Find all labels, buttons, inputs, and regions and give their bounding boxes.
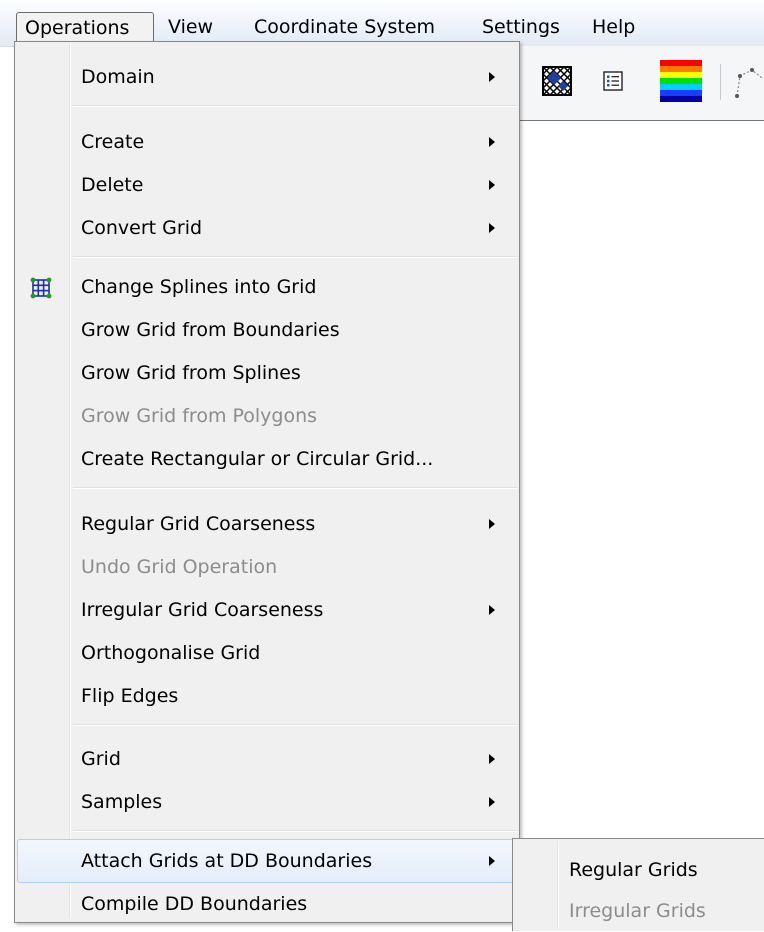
submenu-item-regular-grids[interactable]: Regular Grids xyxy=(513,849,763,891)
menu-item-undo-grid-operation: Undo Grid Operation xyxy=(15,545,519,589)
menu-coordinate-system[interactable]: Coordinate System xyxy=(246,12,443,42)
menu-separator xyxy=(73,724,517,726)
submenu-arrow-icon xyxy=(489,180,495,190)
menu-item-label: Grow Grid from Splines xyxy=(81,362,301,384)
menu-item-flip-edges[interactable]: Flip Edges xyxy=(15,674,519,718)
menu-item-grow-grid-from-boundaries[interactable]: Grow Grid from Boundaries xyxy=(15,308,519,352)
menu-item-grow-grid-from-splines[interactable]: Grow Grid from Splines xyxy=(15,351,519,395)
menu-item-label: Domain xyxy=(81,66,155,88)
submenu-item-irregular-grids: Irregular Grids xyxy=(513,890,763,932)
menu-item-label: Grow Grid from Polygons xyxy=(81,405,318,427)
menu-item-label: Convert Grid xyxy=(81,217,203,239)
menu-item-label: Irregular Grid Coarseness xyxy=(81,599,324,621)
menu-item-change-splines-into-grid[interactable]: Change Splines into Grid xyxy=(15,265,519,309)
menu-item-grow-grid-from-polygons: Grow Grid from Polygons xyxy=(15,394,519,438)
submenu-item-label: Regular Grids xyxy=(569,859,698,881)
drawing-canvas[interactable] xyxy=(520,46,764,931)
submenu-arrow-icon xyxy=(489,519,495,529)
menu-item-label: Orthogonalise Grid xyxy=(81,642,261,664)
menu-item-label: Attach Grids at DD Boundaries xyxy=(81,850,373,872)
mesh-icon[interactable] xyxy=(541,65,573,100)
menu-item-domain[interactable]: Domain xyxy=(15,55,519,99)
menu-bar: Operations View Coordinate System Settin… xyxy=(0,0,764,47)
menu-separator xyxy=(73,256,517,258)
submenu-arrow-icon xyxy=(489,223,495,233)
menu-item-label: Undo Grid Operation xyxy=(81,556,278,578)
menu-item-delete[interactable]: Delete xyxy=(15,163,519,207)
menu-item-label: Grid xyxy=(81,748,121,770)
menu-item-create-rectangular-or-circular-grid[interactable]: Create Rectangular or Circular Grid... xyxy=(15,437,519,481)
menu-item-label: Create xyxy=(81,131,145,153)
submenu-arrow-icon xyxy=(489,137,495,147)
list-icon[interactable] xyxy=(603,71,623,95)
menu-settings[interactable]: Settings xyxy=(474,12,568,42)
menu-view[interactable]: View xyxy=(160,12,221,42)
attach-grids-submenu: Regular Grids Irregular Grids xyxy=(512,838,764,931)
menu-item-orthogonalise-grid[interactable]: Orthogonalise Grid xyxy=(15,631,519,675)
polyline-icon[interactable] xyxy=(734,66,764,104)
submenu-arrow-icon xyxy=(489,754,495,764)
submenu-arrow-icon xyxy=(489,856,495,866)
menu-item-convert-grid[interactable]: Convert Grid xyxy=(15,206,519,250)
menu-item-label: Create Rectangular or Circular Grid... xyxy=(81,448,434,470)
menu-separator xyxy=(73,487,517,489)
menu-item-samples[interactable]: Samples xyxy=(15,780,519,824)
operations-dropdown: Domain Create Delete Convert Grid Change… xyxy=(14,41,520,923)
menu-help[interactable]: Help xyxy=(584,12,643,42)
menu-item-irregular-grid-coarseness[interactable]: Irregular Grid Coarseness xyxy=(15,588,519,632)
submenu-arrow-icon xyxy=(489,797,495,807)
menu-item-regular-grid-coarseness[interactable]: Regular Grid Coarseness xyxy=(15,502,519,546)
toolbar-separator xyxy=(720,64,721,100)
menu-item-compile-dd-boundaries[interactable]: Compile DD Boundaries xyxy=(15,882,519,926)
menu-separator xyxy=(73,830,517,832)
menu-item-grid[interactable]: Grid xyxy=(15,737,519,781)
menu-item-attach-grids-at-dd-boundaries[interactable]: Attach Grids at DD Boundaries xyxy=(17,839,517,883)
menu-item-label: Compile DD Boundaries xyxy=(81,893,308,915)
menu-separator xyxy=(73,105,517,107)
menu-item-label: Flip Edges xyxy=(81,685,179,707)
submenu-item-label: Irregular Grids xyxy=(569,900,706,922)
submenu-arrow-icon xyxy=(489,605,495,615)
menu-item-label: Change Splines into Grid xyxy=(81,276,317,298)
menu-item-label: Regular Grid Coarseness xyxy=(81,513,316,535)
color-scale-icon[interactable] xyxy=(660,60,702,106)
grid-icon xyxy=(29,276,53,305)
menu-item-label: Delete xyxy=(81,174,144,196)
menu-item-label: Grow Grid from Boundaries xyxy=(81,319,340,341)
menu-item-create[interactable]: Create xyxy=(15,120,519,164)
menu-item-label: Samples xyxy=(81,791,163,813)
menu-operations[interactable]: Operations xyxy=(16,12,154,42)
submenu-arrow-icon xyxy=(489,72,495,82)
